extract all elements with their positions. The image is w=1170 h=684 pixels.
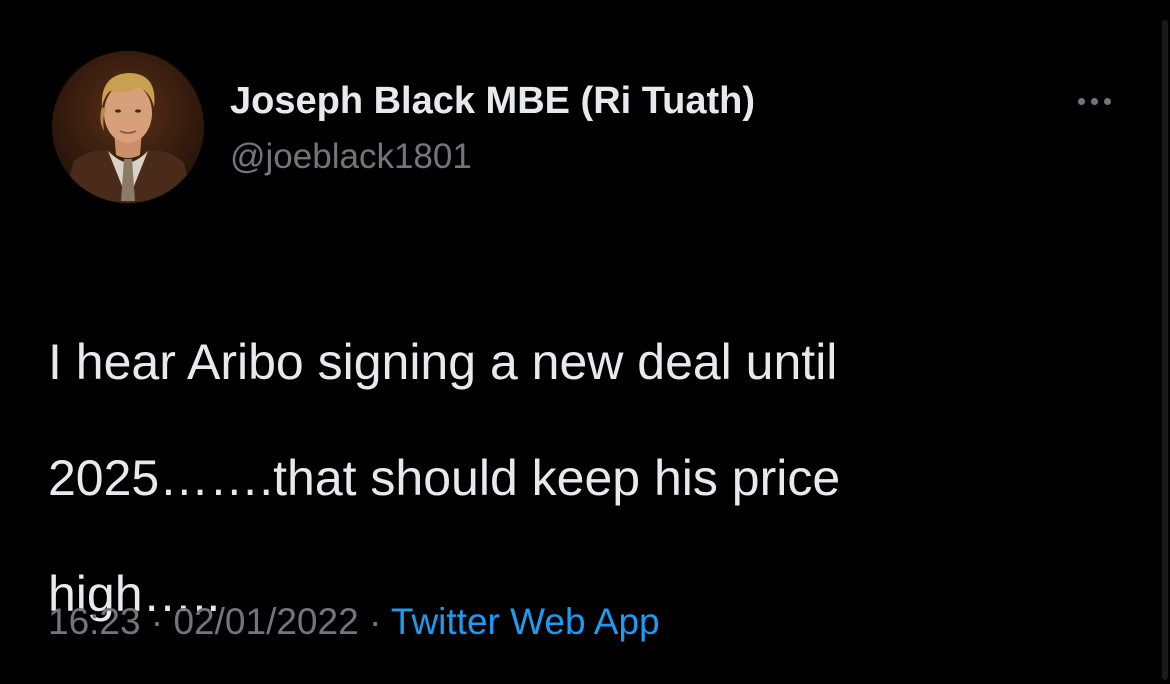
more-horizontal-icon [1077, 97, 1085, 105]
tweet-source-link[interactable]: Twitter Web App [391, 601, 660, 642]
author-display-name[interactable]: Joseph Black MBE (Ri Tuath) [230, 78, 755, 124]
scrollbar[interactable] [1162, 20, 1168, 680]
author-handle[interactable]: @joeblack1801 [230, 136, 472, 178]
tweet-text-line: I hear Aribo signing a new deal until [48, 334, 838, 390]
tweet-date[interactable]: 02/01/2022 [173, 601, 358, 642]
more-horizontal-icon [1103, 97, 1111, 105]
tweet-time[interactable]: 16:23 [48, 601, 141, 642]
tweet-metadata: 16:23 · 02/01/2022 · Twitter Web App [48, 600, 660, 644]
avatar-image [52, 51, 204, 203]
separator: · [368, 601, 382, 642]
separator: · [150, 601, 164, 642]
avatar[interactable] [52, 51, 204, 203]
more-horizontal-icon [1090, 97, 1098, 105]
tweet-text-line: 2025…….that should keep his price [48, 450, 841, 506]
more-options-button[interactable] [1068, 86, 1120, 116]
